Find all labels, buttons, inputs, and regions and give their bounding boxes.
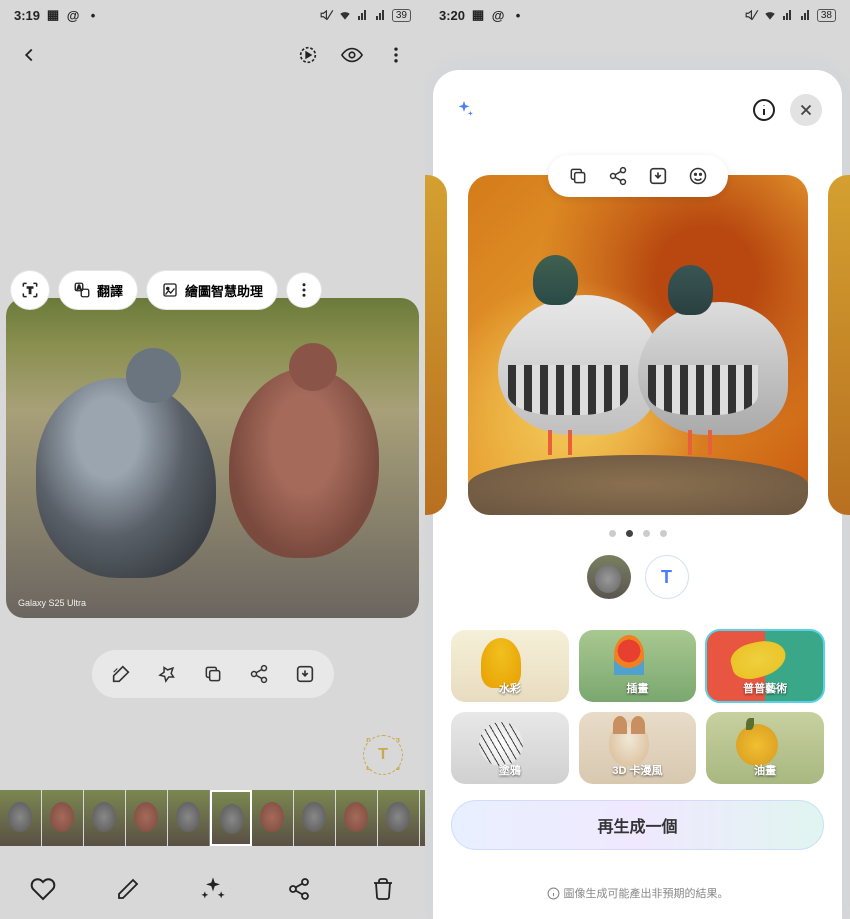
mute-icon — [745, 8, 759, 22]
screen-gallery-detail: 3:19 ▦ @ • 39 — [0, 0, 425, 919]
signal-icon — [356, 8, 370, 22]
pager-dot[interactable] — [660, 530, 667, 537]
source-image-mode[interactable] — [587, 555, 631, 599]
edit-button[interactable] — [116, 877, 140, 901]
generated-subject — [638, 265, 788, 455]
threads-icon: @ — [66, 8, 80, 22]
carousel-pager — [425, 530, 850, 537]
style-illustration[interactable]: 插畫 — [579, 630, 697, 702]
remaster-button[interactable] — [98, 654, 144, 694]
wifi-icon — [763, 8, 777, 22]
notification-dot-icon: • — [511, 8, 525, 22]
thumbnail[interactable] — [336, 790, 378, 846]
text-extract-button[interactable]: T — [10, 270, 50, 310]
carousel-peek-prev[interactable] — [425, 175, 447, 515]
status-bar: 3:19 ▦ @ • 39 — [0, 0, 425, 30]
input-mode-row: T — [425, 555, 850, 599]
drawing-assist-label: 繪圖智慧助理 — [185, 281, 263, 300]
photo-subject — [229, 368, 379, 558]
translate-chip[interactable]: A 翻譯 — [58, 270, 138, 310]
thumbnail[interactable] — [126, 790, 168, 846]
style-watercolor[interactable]: 水彩 — [451, 630, 569, 702]
generated-image[interactable] — [468, 175, 808, 515]
generated-subject — [498, 255, 658, 455]
thumbnail[interactable] — [252, 790, 294, 846]
motion-photo-button[interactable] — [297, 44, 319, 66]
pager-dot-active[interactable] — [626, 530, 633, 537]
thumbnail[interactable] — [168, 790, 210, 846]
signal-icon — [781, 8, 795, 22]
pin-button[interactable] — [144, 654, 190, 694]
thumbnail-active[interactable] — [210, 790, 252, 846]
signal-icon — [799, 8, 813, 22]
share-result-button[interactable] — [598, 156, 638, 196]
sparkle-icon — [453, 99, 475, 121]
style-pop-art[interactable]: 普普藝術 — [706, 630, 824, 702]
style-oil-painting[interactable]: 油畫 — [706, 712, 824, 784]
thumbnail[interactable] — [42, 790, 84, 846]
close-button[interactable] — [790, 94, 822, 126]
thumbnail[interactable] — [0, 790, 42, 846]
translate-label: 翻譯 — [97, 281, 123, 300]
favorite-button[interactable] — [30, 876, 56, 902]
status-time: 3:19 — [14, 8, 40, 23]
notification-dot-icon: • — [86, 8, 100, 22]
share-button[interactable] — [236, 654, 282, 694]
download-button[interactable] — [282, 654, 328, 694]
photo-subject — [36, 378, 216, 578]
battery-level: 39 — [392, 9, 411, 22]
visibility-button[interactable] — [341, 44, 363, 66]
chips-more-button[interactable] — [286, 272, 322, 308]
photo-actions-toolbar — [92, 650, 334, 698]
more-button[interactable] — [385, 44, 407, 66]
status-time: 3:20 — [439, 8, 465, 23]
emoji-result-button[interactable] — [678, 156, 718, 196]
main-photo[interactable]: Galaxy S25 Ultra — [6, 298, 419, 618]
delete-button[interactable] — [371, 877, 395, 901]
header — [0, 30, 425, 80]
drawing-assist-chip[interactable]: 繪圖智慧助理 — [146, 270, 278, 310]
text-scan-badge[interactable]: ⌜ ⌝ ⌞ ⌟ T — [363, 735, 403, 775]
ai-chips-row: T A 翻譯 繪圖智慧助理 — [0, 270, 425, 310]
regenerate-button[interactable]: 再生成一個 — [451, 800, 824, 850]
signal-icon — [374, 8, 388, 22]
back-button[interactable] — [18, 44, 40, 66]
bottom-toolbar — [0, 859, 425, 919]
pager-dot[interactable] — [609, 530, 616, 537]
mute-icon — [320, 8, 334, 22]
status-bar: 3:20 ▦ @ • 38 — [425, 0, 850, 30]
carousel-peek-next[interactable] — [828, 175, 850, 515]
pager-dot[interactable] — [643, 530, 650, 537]
image-icon: ▦ — [46, 8, 60, 22]
thumbnail[interactable] — [294, 790, 336, 846]
svg-text:A: A — [77, 285, 82, 291]
share-nav-button[interactable] — [287, 877, 311, 901]
svg-text:T: T — [27, 285, 33, 295]
info-button[interactable] — [752, 98, 776, 122]
style-sketch[interactable]: 塗鴉 — [451, 712, 569, 784]
threads-icon: @ — [491, 8, 505, 22]
battery-level: 38 — [817, 9, 836, 22]
image-icon: ▦ — [471, 8, 485, 22]
save-result-button[interactable] — [638, 156, 678, 196]
style-grid: 水彩 插畫 普普藝術 塗鴉 3D 卡漫風 油畫 — [425, 630, 850, 784]
ai-enhance-button[interactable] — [199, 875, 227, 903]
text-prompt-mode[interactable]: T — [645, 555, 689, 599]
copy-button[interactable] — [190, 654, 236, 694]
screen-ai-generate: 3:20 ▦ @ • 38 — [425, 0, 850, 919]
copy-result-button[interactable] — [558, 156, 598, 196]
thumbnail-strip[interactable] — [0, 790, 425, 846]
disclaimer-text: 圖像生成可能產出非預期的結果。 — [425, 885, 850, 901]
style-3d-cartoon[interactable]: 3D 卡漫風 — [579, 712, 697, 784]
result-toolbar — [548, 155, 728, 197]
wifi-icon — [338, 8, 352, 22]
photo-watermark: Galaxy S25 Ultra — [18, 598, 86, 608]
info-icon — [547, 887, 560, 900]
thumbnail[interactable] — [84, 790, 126, 846]
thumbnail[interactable] — [378, 790, 420, 846]
